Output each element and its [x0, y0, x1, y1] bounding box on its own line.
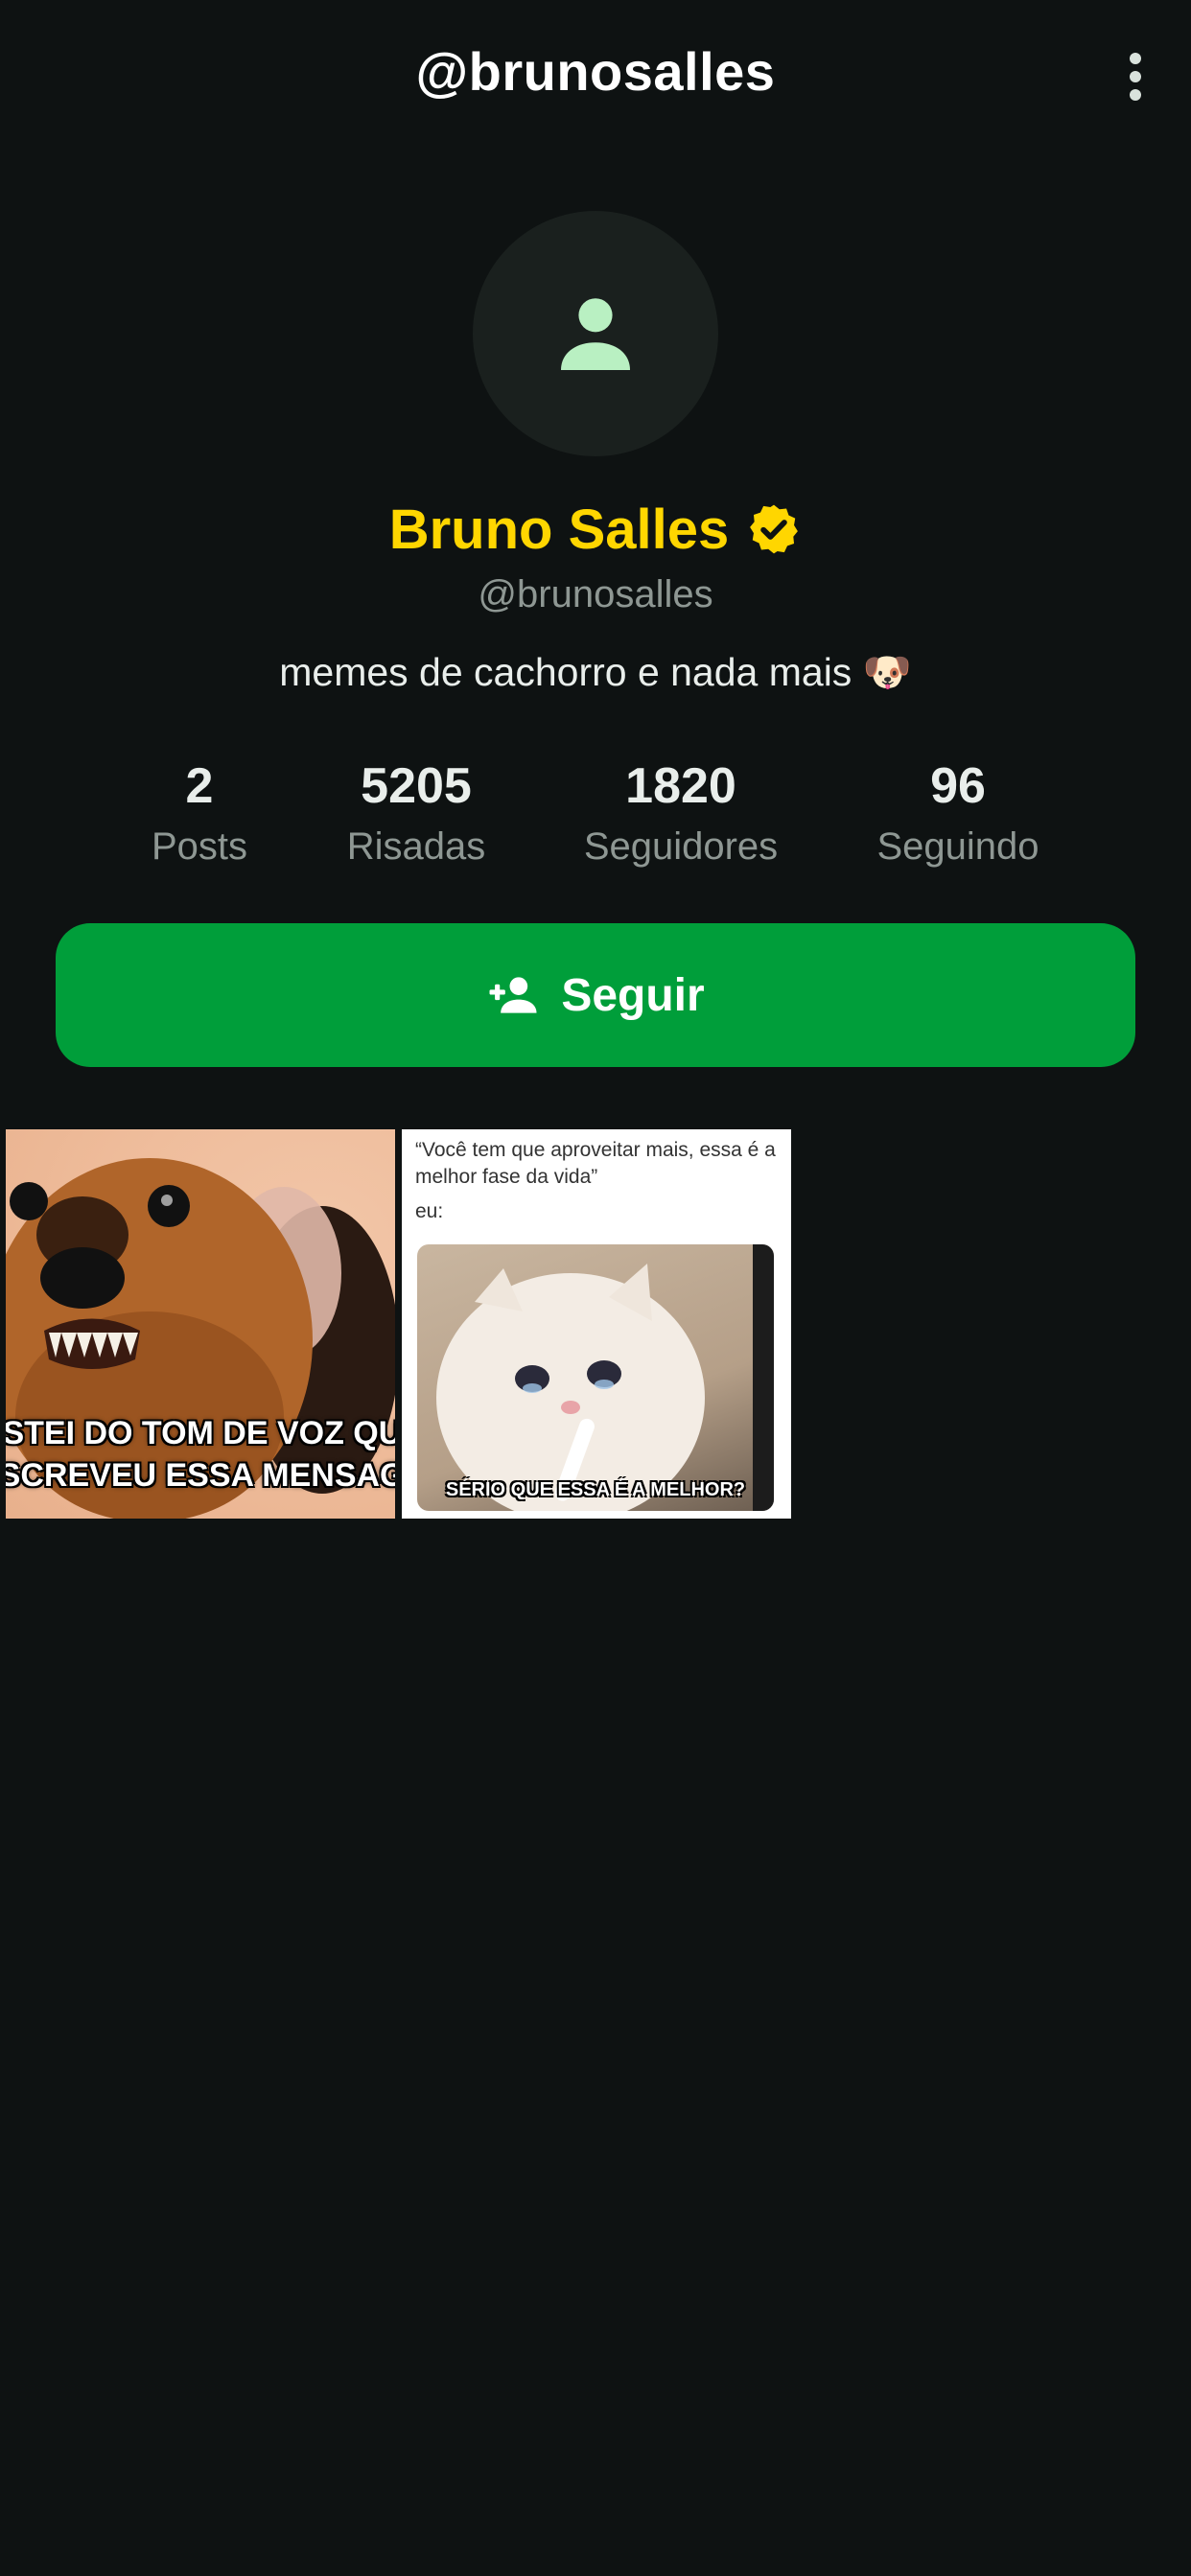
stat-risadas[interactable]: 5205 Risadas	[301, 753, 531, 873]
stat-value: 96	[930, 758, 986, 814]
cat-meme-image: SÉRIO QUE ESSA É A MELHOR?	[417, 1244, 774, 1511]
stat-value: 2	[185, 758, 214, 814]
stat-value: 1820	[625, 758, 736, 814]
person-icon	[561, 298, 630, 370]
display-name: Bruno Salles	[388, 498, 730, 561]
top-bar: @brunosalles	[0, 0, 1191, 158]
stat-posts[interactable]: 2 Posts	[84, 753, 315, 873]
post-image-text: SÉRIO QUE ESSA É A MELHOR?	[445, 1479, 746, 1500]
post-thumbnail[interactable]: “Você tem que aproveitar mais, essa é a …	[402, 1129, 791, 1519]
stat-seguindo[interactable]: 96 Seguindo	[843, 753, 1073, 873]
name-row: Bruno Salles	[0, 491, 1191, 568]
more-vertical-icon[interactable]	[1107, 48, 1164, 105]
post-caption-line1: OSTEI DO TOM DE VOZ QUE	[6, 1415, 395, 1451]
stats-row: 2 Posts 5205 Risadas 1820 Seguidores 96 …	[0, 753, 1191, 877]
bio: memes de cachorro e nada mais 🐶	[279, 650, 912, 694]
stat-label: Seguidores	[583, 825, 779, 868]
stat-label: Seguindo	[876, 825, 1039, 868]
post-caption-line2: ESCREVEU ESSA MENSAGEM	[6, 1457, 395, 1494]
stat-value: 5205	[361, 758, 472, 814]
stat-label: Posts	[151, 825, 248, 868]
stat-label: Risadas	[346, 825, 486, 868]
header-title: @brunosalles	[415, 41, 776, 102]
post-thumbnail[interactable]: OSTEI DO TOM DE VOZ QUE ESCREVEU ESSA ME…	[6, 1129, 395, 1519]
person-add-icon	[489, 977, 537, 1013]
follow-button[interactable]: Seguir	[56, 923, 1135, 1067]
verified-badge-icon	[750, 504, 799, 554]
stat-seguidores[interactable]: 1820 Seguidores	[566, 753, 796, 873]
username: @brunosalles	[478, 573, 713, 615]
post-caption: “Você tem que aproveitar mais, essa é a …	[415, 1139, 776, 1188]
avatar[interactable]	[473, 211, 718, 456]
post-subcaption: eu:	[415, 1200, 444, 1222]
follow-button-label: Seguir	[561, 969, 705, 1021]
